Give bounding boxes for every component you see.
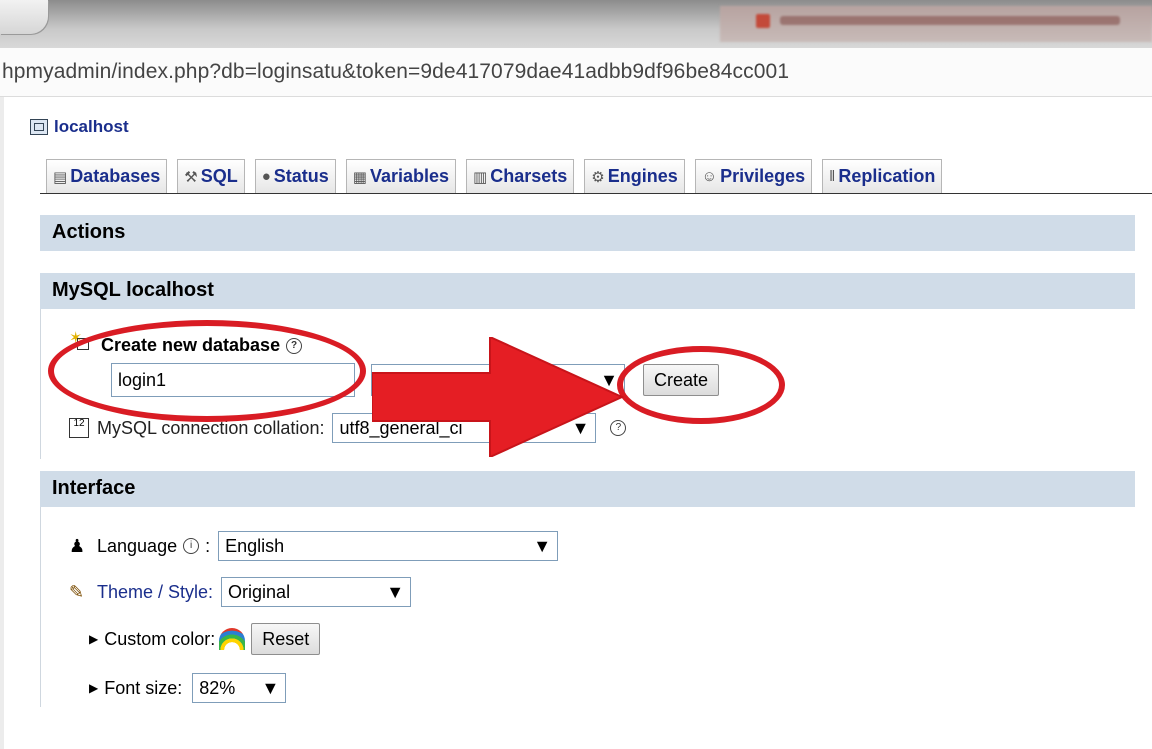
tab-label: SQL — [200, 166, 238, 186]
highlight-ellipse-create-db — [48, 320, 366, 422]
tab-privileges[interactable]: ☺ Privileges — [694, 159, 813, 193]
server-icon — [30, 119, 48, 135]
tab-label: Charsets — [490, 166, 568, 186]
main-tabs: ▤ Databases ⚒ SQL ● Status ▦ Variables ▥ Char… — [46, 159, 943, 193]
tab-status[interactable]: ● Status — [254, 159, 336, 193]
language-value: English — [225, 535, 285, 556]
tab-replication[interactable]: ‖ Replication — [822, 159, 943, 193]
font-size-label: Font size: — [104, 677, 183, 698]
language-label: Language — [97, 535, 178, 556]
info-icon[interactable]: i — [183, 538, 200, 554]
language-select[interactable]: English ▼ — [218, 531, 559, 561]
tabs-divider — [40, 193, 1152, 194]
custom-color-label: Custom color: — [104, 628, 216, 649]
status-icon: ● — [261, 168, 271, 185]
tab-variables[interactable]: ▦ Variables — [345, 159, 457, 193]
favicon-icon — [756, 14, 770, 28]
expand-triangle-icon[interactable]: ▶ — [89, 632, 98, 646]
tab-label: Variables — [369, 166, 450, 186]
theme-link[interactable]: Theme / Style: — [97, 582, 213, 603]
tab-label: Databases — [70, 166, 161, 186]
tab-label: Engines — [607, 166, 678, 186]
tab-charsets[interactable]: ▥ Charsets — [466, 159, 575, 193]
font-size-row: ▶ Font size: 82% ▼ — [89, 673, 287, 703]
variables-icon: ▦ — [352, 168, 367, 186]
tab-databases[interactable]: ▤ Databases — [46, 159, 168, 193]
theme-row: ✎ Theme / Style: Original ▼ — [69, 577, 412, 607]
tab-label: Status — [273, 166, 329, 186]
browser-chrome — [0, 0, 1152, 48]
interface-panel: ♟ Language i: English ▼ ✎ Theme / Style:… — [40, 507, 1135, 707]
red-arrow-icon — [372, 337, 625, 457]
chevron-down-icon: ▼ — [261, 677, 280, 698]
font-size-select[interactable]: 82% ▼ — [192, 673, 287, 703]
tab-sql[interactable]: ⚒ SQL — [177, 159, 245, 193]
privileges-icon: ☺ — [701, 168, 718, 185]
tab-engines[interactable]: ⚙ Engines — [584, 159, 685, 193]
replication-icon: ‖ — [829, 168, 836, 185]
browser-tab[interactable] — [0, 0, 48, 34]
browser-tab-inactive[interactable] — [720, 6, 1152, 42]
url-text[interactable]: hpmyadmin/index.php?db=loginsatu&token=9… — [2, 60, 789, 84]
databases-icon: ▤ — [53, 168, 68, 186]
custom-color-row: ▶ Custom color: Reset — [89, 623, 321, 655]
address-bar[interactable]: hpmyadmin/index.php?db=loginsatu&token=9… — [0, 48, 1152, 97]
charsets-icon: ▥ — [473, 168, 488, 186]
theme-brush-icon: ✎ — [69, 582, 85, 602]
highlight-ellipse-create-button — [617, 346, 785, 424]
sql-icon: ⚒ — [184, 168, 198, 186]
engines-icon: ⚙ — [591, 168, 605, 186]
chevron-down-icon: ▼ — [386, 581, 405, 602]
theme-value: Original — [228, 581, 291, 602]
mysql-header: MySQL localhost — [40, 273, 1135, 309]
interface-header: Interface — [40, 471, 1135, 507]
server-breadcrumb[interactable]: localhost — [30, 117, 129, 137]
language-row: ♟ Language i: English ▼ — [69, 531, 559, 561]
reset-button[interactable]: Reset — [251, 623, 321, 655]
collation-icon: 12 — [69, 418, 89, 438]
color-picker-icon[interactable] — [219, 628, 246, 650]
chevron-down-icon: ▼ — [533, 535, 552, 556]
language-icon: ♟ — [69, 536, 86, 556]
blurred-tab-title — [780, 16, 1120, 25]
font-size-value: 82% — [199, 677, 236, 698]
tab-label: Replication — [838, 166, 936, 186]
tab-label: Privileges — [720, 166, 806, 186]
expand-triangle-icon[interactable]: ▶ — [89, 681, 98, 695]
actions-header: Actions — [40, 215, 1135, 251]
server-host-link[interactable]: localhost — [54, 117, 129, 137]
theme-select[interactable]: Original ▼ — [221, 577, 412, 607]
